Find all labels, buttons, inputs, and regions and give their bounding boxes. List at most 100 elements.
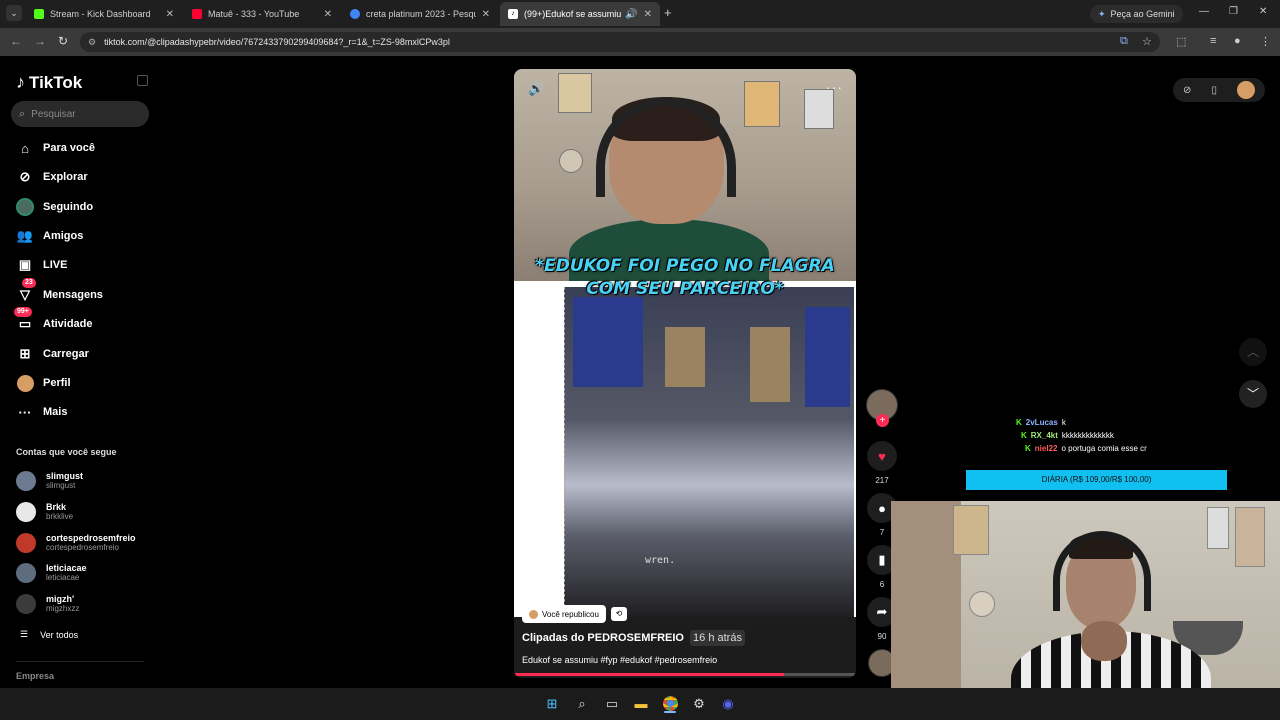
video-caption: Edukof se assumiu #fyp #edukof #pedrosem… — [522, 655, 718, 665]
new-tab-button[interactable]: + — [664, 5, 672, 20]
video-overlay-text: *EDUKOF FOI PEGO NO FLAGRA COM SEU PARCE… — [535, 256, 835, 299]
tab-google-search[interactable]: creta platinum 2023 - Pesquisa ✕ — [342, 2, 498, 26]
nav-item-mais[interactable]: ··· Mais — [16, 401, 68, 423]
nav-item-amigos[interactable]: 👥 Amigos — [16, 225, 83, 247]
close-tab-icon[interactable]: ✕ — [166, 9, 174, 20]
video-room-scene — [514, 69, 856, 289]
site-info-icon[interactable]: ⚙ — [88, 37, 96, 48]
avatar — [16, 533, 36, 553]
tab-kick-dashboard[interactable]: Stream - Kick Dashboard ✕ — [26, 2, 182, 26]
collapse-sidebar-icon[interactable] — [137, 75, 148, 86]
windows-start-icon[interactable]: ⊞ — [544, 696, 560, 712]
windows-taskbar: ⊞ ⌕ ▭ ▬ ⚙ ◉ — [0, 688, 1280, 720]
gemini-button[interactable]: ✦ Peça ao Gemini — [1090, 5, 1183, 23]
more-options-icon[interactable]: ··· — [826, 79, 843, 95]
see-all-link[interactable]: ☰ Ver todos — [20, 629, 78, 640]
tiktok-favicon-icon: ♪ — [508, 9, 518, 19]
profile-avatar-icon[interactable] — [1236, 81, 1255, 99]
tiktok-logo[interactable]: ♪ TikTok — [16, 72, 82, 93]
creator-avatar-button[interactable]: + — [866, 389, 898, 427]
discord-icon[interactable]: ◉ — [720, 696, 736, 712]
kick-logo-icon: K — [1016, 418, 1022, 427]
bookmark-star-icon[interactable]: ☆ — [1142, 35, 1152, 48]
nav-item-explorar[interactable]: ⊘ Explorar — [16, 166, 88, 188]
browser-toolbar: ← → ↻ ⚙ tiktok.com/@clipadashypebr/video… — [0, 28, 1280, 56]
followed-account[interactable]: slimgust slimgust — [16, 468, 83, 494]
avatar — [16, 502, 36, 522]
back-arrow-icon[interactable]: ← — [10, 34, 22, 48]
screen: { "browser": { "tabs": [ {"title": "Stre… — [0, 0, 1280, 720]
wall-clock — [559, 149, 583, 173]
menu-icon[interactable]: ⋮ — [1260, 35, 1271, 48]
search-input[interactable]: ⌕ Pesquisar — [11, 101, 149, 127]
daily-goal-bar: DIÁRIA (R$ 109,00/R$ 100,00) — [966, 470, 1227, 490]
nav-item-perfil[interactable]: Perfil — [16, 372, 71, 394]
home-icon: ⌂ — [21, 140, 29, 156]
repost-icon[interactable]: ⟲ — [611, 607, 627, 621]
search-icon: ⌕ — [19, 107, 26, 120]
close-window-button[interactable]: ✕ — [1259, 6, 1267, 17]
video-progress-bar[interactable] — [514, 673, 856, 676]
video-player[interactable]: wren. *EDUKOF FOI PEGO NO FLAGRA COM SEU… — [514, 69, 856, 678]
reload-icon[interactable]: ↻ — [58, 34, 68, 48]
nav-item-carregar[interactable]: ⊞ Carregar — [16, 343, 89, 365]
address-bar[interactable]: ⚙ tiktok.com/@clipadashypebr/video/76724… — [80, 32, 1160, 52]
avatar — [16, 563, 36, 583]
wall-poster — [804, 89, 834, 129]
media-controls-icon[interactable]: ≡ — [1210, 35, 1216, 47]
next-video-button[interactable]: ﹀ — [1239, 380, 1267, 408]
divider — [16, 661, 144, 662]
chat-message: K niel22 o portuga comia esse cr — [1025, 444, 1147, 453]
app-icon[interactable]: ⚙ — [691, 696, 707, 712]
following-avatar-icon — [16, 198, 34, 216]
forward-arrow-icon[interactable]: → — [34, 34, 46, 48]
compass-icon[interactable]: ⊘ — [1183, 85, 1191, 96]
followed-account[interactable]: Brkk brkklive — [16, 499, 73, 525]
search-icon[interactable]: ⌕ — [574, 696, 590, 712]
minimize-button[interactable]: — — [1199, 6, 1209, 17]
chrome-icon[interactable] — [662, 696, 678, 712]
tab-youtube[interactable]: Matuê - 333 - YouTube ✕ — [184, 2, 340, 26]
tab-tiktok[interactable]: ♪ (99+)Edukof se assumiu #fy 🔊 ✕ — [500, 2, 660, 26]
profile-avatar-icon — [16, 374, 34, 392]
nav-item-mensagens[interactable]: ▽ 23 Mensagens — [16, 278, 103, 306]
close-tab-icon[interactable]: ✕ — [324, 9, 332, 20]
translate-icon[interactable]: ⧉ — [1120, 35, 1128, 48]
close-tab-icon[interactable]: ✕ — [482, 9, 490, 20]
video-progress-fill — [514, 673, 785, 676]
avatar: + — [866, 389, 898, 427]
streamer-hand — [1081, 621, 1127, 661]
avatar — [16, 594, 36, 614]
followed-account[interactable]: migzh' migzhxzz — [16, 591, 79, 617]
file-explorer-icon[interactable]: ▬ — [633, 696, 649, 712]
nav-item-seguindo[interactable]: Seguindo — [16, 196, 93, 218]
company-link[interactable]: Empresa — [16, 671, 54, 681]
tab-audio-icon[interactable]: 🔊 — [625, 9, 637, 20]
phone-icon[interactable]: ▯ — [1211, 85, 1217, 96]
tiktok-sidebar: ♪ TikTok ⌕ Pesquisar ⌂ Para você ⊘ Explo… — [0, 56, 160, 688]
cctv-text: wren. — [645, 555, 676, 566]
previous-video-button[interactable]: ︿ — [1239, 338, 1267, 366]
like-button[interactable]: ♥ 217 — [866, 441, 898, 485]
tiktok-note-icon: ♪ — [16, 72, 25, 92]
task-view-icon[interactable]: ▭ — [604, 696, 620, 712]
maximize-button[interactable]: ❐ — [1229, 6, 1238, 17]
profile-icon[interactable]: ● — [1234, 35, 1241, 47]
nav-item-atividade[interactable]: ▭ 99+ Atividade — [14, 307, 93, 335]
following-section-title: Contas que você segue — [16, 447, 117, 457]
gemini-spark-icon: ✦ — [1098, 8, 1106, 19]
follow-plus-icon[interactable]: + — [876, 414, 889, 427]
volume-icon[interactable]: 🔊 — [528, 81, 544, 97]
nav-item-live[interactable]: ▣ LIVE — [16, 254, 68, 276]
followed-account[interactable]: cortespedrosemfreio cortespedrosemfreio — [16, 530, 136, 556]
activity-badge: 99+ — [14, 307, 32, 317]
tab-search-icon[interactable]: ⌄ — [6, 5, 22, 21]
extensions-icon[interactable]: ⬚ — [1176, 35, 1186, 48]
repost-badge[interactable]: Você republicou — [522, 605, 606, 623]
nav-item-para-voce[interactable]: ⌂ Para você — [16, 137, 95, 159]
video-author[interactable]: Clipadas do PEDROSEMFREIO 16 h atrás — [522, 630, 745, 646]
video-info-bar — [514, 617, 856, 678]
followed-account[interactable]: leticiacae leticiacae — [16, 560, 87, 586]
messages-icon: ▽ 23 — [16, 278, 36, 304]
close-tab-icon[interactable]: ✕ — [644, 9, 652, 20]
